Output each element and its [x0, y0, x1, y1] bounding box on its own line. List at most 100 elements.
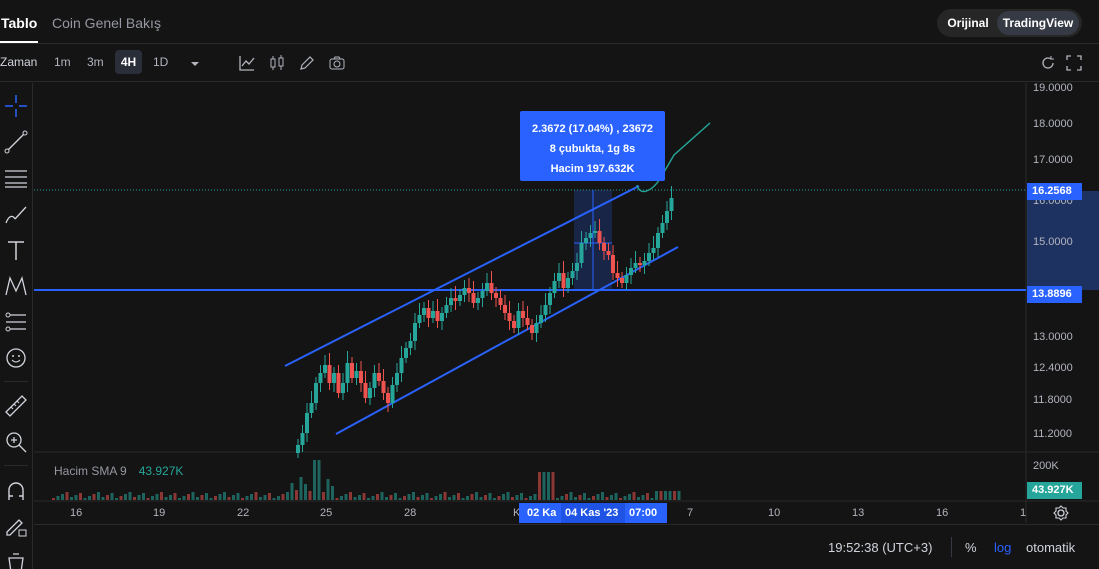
volume-bar: [83, 498, 87, 500]
volume-bar: [124, 494, 127, 500]
volume-bar: [164, 497, 168, 500]
candle: [624, 275, 629, 283]
measure-bars-text: 8 çubukta, 1g 8s: [549, 143, 636, 155]
candle: [453, 298, 458, 301]
volume-bar: [304, 484, 307, 500]
volume-bar: [601, 492, 604, 500]
volume-bar: [511, 497, 514, 500]
brush-icon[interactable]: [3, 201, 29, 227]
interval-1d-button[interactable]: 1D: [153, 55, 168, 69]
candle: [602, 243, 606, 251]
zoom-in-icon[interactable]: [3, 429, 29, 455]
text-icon[interactable]: [3, 237, 29, 263]
camera-icon[interactable]: [328, 54, 346, 72]
indicators-icon[interactable]: [238, 54, 256, 72]
candle: [390, 385, 395, 403]
log-scale-button[interactable]: log: [994, 540, 1011, 555]
chevron-down-icon[interactable]: [186, 54, 204, 72]
volume-bar: [317, 460, 321, 500]
interval-4h-button[interactable]: 4H: [115, 50, 142, 74]
volume-bar: [421, 495, 424, 500]
volume-bar: [605, 497, 609, 500]
volume-bar: [560, 496, 564, 500]
volume-bar: [398, 498, 402, 500]
settings-gear-icon[interactable]: [1052, 504, 1070, 522]
price-tick: 18.0000: [1033, 118, 1073, 130]
interval-1m-button[interactable]: 1m: [54, 55, 71, 69]
fib-icon[interactable]: [3, 309, 29, 335]
volume-bar: [646, 493, 649, 500]
percent-scale-button[interactable]: %: [965, 540, 977, 555]
volume-bar: [272, 498, 276, 500]
fullscreen-icon[interactable]: [1065, 54, 1083, 72]
volume-bar: [538, 472, 541, 500]
volume-bar: [88, 496, 91, 500]
candle: [363, 383, 368, 398]
volume-bar: [578, 495, 582, 500]
tab-coin-overview[interactable]: Coin Genel Bakış: [52, 15, 161, 31]
volume-bar: [583, 493, 586, 500]
volume-bar: [196, 497, 199, 500]
volume-bar: [479, 497, 483, 500]
candle: [480, 291, 485, 298]
reset-icon[interactable]: [1039, 54, 1057, 72]
candle: [543, 305, 548, 315]
volume-bar: [367, 498, 370, 500]
horizontal-lines-icon[interactable]: [3, 165, 29, 191]
candle: [327, 365, 332, 383]
crosshair-icon[interactable]: [3, 93, 29, 119]
volume-legend[interactable]: Hacim SMA 9 43.927K: [54, 464, 183, 478]
volume-bar: [515, 495, 519, 500]
volume-bar: [533, 494, 537, 500]
volume-bar: [574, 497, 577, 500]
volume-bar: [448, 497, 451, 500]
tab-chart[interactable]: Tablo: [1, 15, 37, 31]
candle: [341, 383, 345, 393]
trend-line-icon[interactable]: [3, 129, 29, 155]
volume-bar: [349, 492, 352, 500]
volume-bar: [191, 492, 195, 500]
candle: [530, 325, 534, 333]
volume-bar: [565, 494, 568, 500]
volume-bar: [344, 494, 348, 500]
emoji-icon[interactable]: [3, 345, 29, 371]
volume-bar: [470, 494, 474, 500]
volume-bar: [673, 491, 676, 500]
ruler-icon[interactable]: [3, 393, 29, 419]
clock-text: 19:52:38 (UTC+3): [828, 540, 933, 555]
volume-bar: [295, 490, 298, 500]
candle-type-icon[interactable]: [268, 54, 286, 72]
volume-bar: [551, 472, 555, 500]
candle: [336, 373, 341, 393]
candle: [656, 233, 660, 248]
candle: [413, 323, 417, 341]
candle: [372, 373, 377, 388]
time-tick: 19: [153, 507, 166, 519]
volume-bar: [182, 496, 186, 500]
candle: [476, 298, 480, 303]
auto-scale-button[interactable]: otomatik: [1026, 540, 1075, 555]
view-original-button[interactable]: Orijinal: [940, 11, 996, 35]
volume-bar: [389, 495, 393, 500]
candle: [422, 308, 426, 315]
volume-bar: [250, 494, 253, 500]
top-bar: Tablo Coin Genel Bakış Orijinal TradingV…: [0, 0, 1099, 44]
volume-bar: [637, 497, 640, 500]
pencil-icon[interactable]: [298, 54, 316, 72]
candle: [408, 341, 413, 348]
lock-pencil-icon[interactable]: [3, 513, 29, 539]
trash-icon[interactable]: [3, 548, 29, 569]
panel-divider: [4, 465, 28, 466]
volume-bar: [371, 496, 375, 500]
volume-bar: [358, 495, 361, 500]
volume-bar: [407, 494, 411, 500]
volume-bar: [628, 494, 631, 500]
volume-bar: [394, 493, 397, 500]
pattern-icon[interactable]: [3, 273, 29, 299]
active-tab-indicator: [0, 41, 38, 43]
magnet-icon[interactable]: [3, 478, 29, 504]
view-tradingview-button[interactable]: TradingView: [997, 11, 1079, 35]
volume-tick: 200K: [1033, 460, 1059, 472]
interval-3m-button[interactable]: 3m: [87, 55, 104, 69]
volume-bar: [268, 493, 271, 500]
